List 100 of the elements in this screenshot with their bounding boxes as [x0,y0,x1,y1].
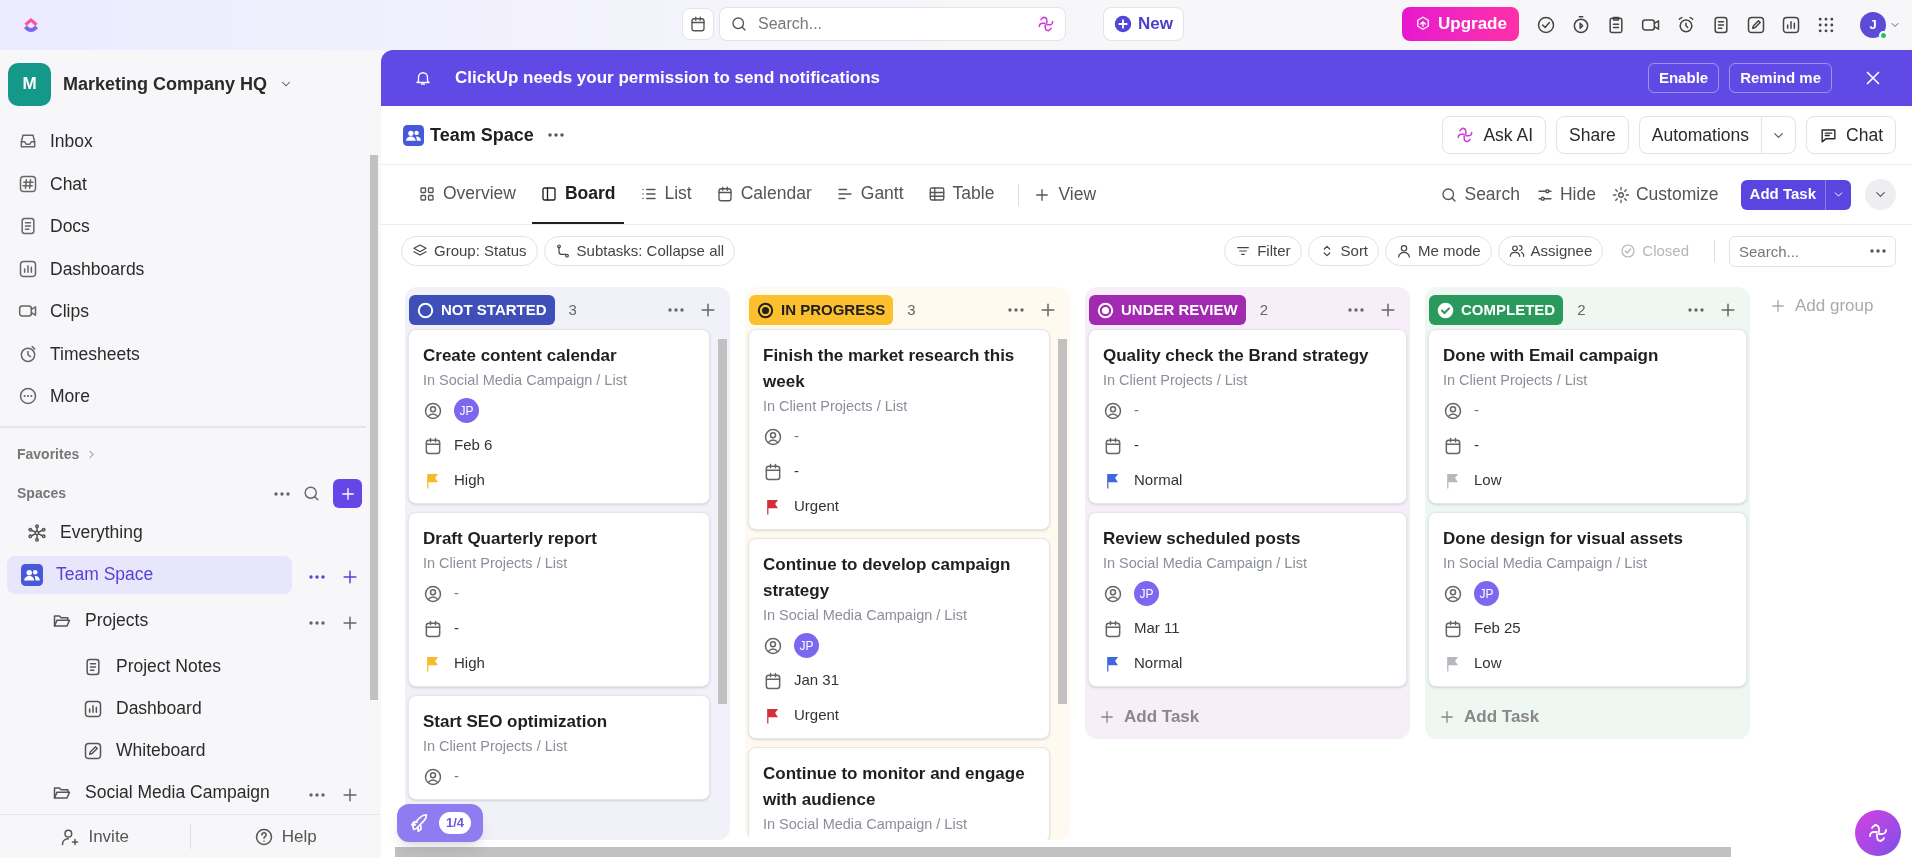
assignee-avatar[interactable]: JP [1474,581,1499,606]
task-card[interactable]: Draft Quarterly report In Client Projects / List - - High [408,512,710,687]
sidebar-tree-item[interactable]: Everything [7,513,292,552]
view-tab[interactable]: Overview [410,165,524,224]
priority-label: High [454,470,485,491]
calendar-icon [1103,435,1123,456]
due-date: - [1474,435,1479,456]
status-badge[interactable]: UNDER REVIEW [1089,295,1246,325]
task-card[interactable]: Create content calendar In Social Media Campaign / List JP Feb 6 High [408,329,710,504]
assignee-empty: - [794,426,799,447]
more-icon [309,620,325,625]
priority-label: Low [1474,653,1502,674]
subtasks-icon [554,243,571,259]
banner-button[interactable]: Enable [1647,63,1720,93]
table-icon [927,184,946,203]
share-button[interactable]: Share [1556,116,1629,154]
sidebar-nav-item[interactable]: Dashboards [12,247,354,290]
view-tab[interactable]: Board [531,165,624,224]
bar-chart-icon [83,698,103,719]
sidebar-nav-item[interactable]: Clips [12,290,354,333]
view-tab[interactable]: Table [919,165,1003,224]
sidebar-scrollbar[interactable] [370,155,378,700]
priority-label: Urgent [794,496,840,517]
add-task-dropdown-button[interactable] [1825,179,1851,210]
page-title: Team Space [430,123,534,147]
user-circle-icon [763,426,783,447]
sidebar-tree-item[interactable]: Social Media Campaign [7,773,292,812]
sidebar-tree-item[interactable]: Projects [7,601,292,640]
assignee-avatar[interactable]: JP [794,633,819,658]
apps-grid-icon [1816,15,1836,35]
assignee-avatar[interactable]: JP [454,398,479,423]
sidebar-tree-item[interactable]: Project Notes [7,647,292,686]
task-card[interactable]: Continue to develop campaign strategy In Social Media Campaign / List JP Jan 31 Urgent [748,538,1050,739]
task-card[interactable]: Review scheduled posts In Social Media Campaign / List JP Mar 11 Normal [1088,512,1407,687]
view-tab[interactable]: Calendar [707,165,820,224]
task-title: Quality check the Brand strategy [1103,345,1370,367]
more-dots-icon [18,386,38,407]
workspace-name[interactable]: Marketing Company HQ [63,70,268,98]
chat-button[interactable]: Chat [1806,116,1896,154]
more-icon [1688,308,1704,312]
search-field[interactable]: Search... [719,7,1066,41]
task-title: Done design for visual assets [1443,528,1684,550]
user-circle-icon [1103,400,1123,421]
upgrade-button[interactable]: Upgrade [1402,7,1519,41]
view-tab[interactable]: List [631,165,700,224]
sidebar-footer-button[interactable]: Invite [0,823,191,850]
board-search-field[interactable]: Search... [1729,235,1896,267]
status-badge[interactable]: IN PROGRESS [749,295,894,325]
sidebar-nav-item[interactable]: More [12,375,354,418]
new-button[interactable]: New [1103,7,1184,41]
sidebar-nav-item[interactable]: Timesheets [12,332,354,375]
task-location: In Client Projects / List [423,554,569,573]
sidebar-nav-item[interactable]: Docs [12,205,354,248]
view-action-button[interactable]: Hide [1535,165,1596,224]
priority-label: Normal [1134,653,1183,674]
onboarding-button[interactable]: 1/4 [397,804,484,842]
favorites-label[interactable]: Favorites [17,444,80,465]
clock-icon [18,343,38,364]
sidebar-footer-button[interactable]: Help [190,823,380,850]
calendar-icon [715,184,734,203]
sidebar-nav-item[interactable]: Chat [12,162,354,205]
calendar-icon [1443,618,1463,639]
banner-button[interactable]: Remind me [1729,63,1832,93]
view-tab[interactable]: Gantt [827,165,912,224]
calendar-button[interactable] [682,8,714,40]
due-date: Jan 31 [794,670,840,691]
clipboard-icon [1606,15,1626,35]
task-card[interactable]: Done design for visual assets In Social Media Campaign / List JP Feb 25 Low [1428,512,1747,687]
status-badge[interactable]: NOT STARTED [409,295,555,325]
view-action-button[interactable]: Search [1440,165,1520,224]
task-location: In Client Projects / List [423,737,569,756]
task-card[interactable]: Quality check the Brand strategy In Client Projects / List - - Normal [1088,329,1407,504]
task-card[interactable]: Finish the market research this week In Client Projects / List - - Urgent [748,329,1050,530]
bar-chart-icon [1781,15,1801,35]
sidebar-tree-item[interactable]: Dashboard [7,689,292,728]
ai-sparkle-icon [1036,14,1056,34]
user-circle-icon [423,766,443,787]
sidebar-tree-item[interactable]: Team Space [7,555,292,594]
due-date: - [454,618,459,639]
team-space-icon [403,124,424,146]
assignee-avatar[interactable]: JP [1134,581,1159,606]
view-action-button[interactable]: Customize [1611,165,1719,224]
automations-button[interactable]: Automations [1638,116,1763,154]
sidebar-tree-item[interactable]: Whiteboard [7,731,292,770]
check-circle-icon [1437,301,1454,319]
add-space-button[interactable] [333,479,362,508]
more-icon [309,792,325,797]
ask-ai-button[interactable]: Ask AI [1442,116,1547,154]
board-scrollbar[interactable] [395,847,1731,857]
status-badge[interactable]: COMPLETED [1429,295,1564,325]
workspace-avatar[interactable]: M [8,62,51,106]
task-title: Continue to develop campaign strategy [763,554,1012,602]
add-task-button[interactable]: Add Task [1740,179,1825,210]
calendar-icon [423,618,443,639]
task-card[interactable]: Start SEO optimization In Client Projects / List - [408,695,710,800]
task-card[interactable]: Done with Email campaign In Client Projects / List - - Low [1428,329,1747,504]
sidebar-nav-item[interactable]: Inbox [12,120,354,163]
add-view-button[interactable]: View [1027,165,1103,224]
user-avatar[interactable]: J [1860,12,1886,38]
task-card[interactable]: Continue to monitor and engage with audience In Social Media Campaign / List [748,747,1050,840]
